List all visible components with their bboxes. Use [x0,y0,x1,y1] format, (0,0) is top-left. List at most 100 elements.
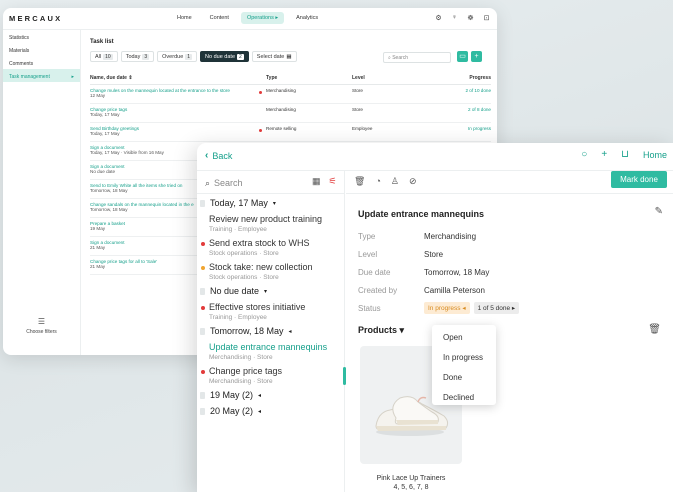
user-icon[interactable]: ♀ [450,14,459,22]
task-subtitle: Stock operations · Store [209,250,279,257]
sidebar: Statistics Materials Comments Task manag… [3,30,81,355]
priority-dot [201,370,205,374]
edit-icon[interactable]: ✎ [655,206,663,217]
tab-all[interactable]: All 10 [90,51,118,62]
tab-label: Overdue [162,53,184,60]
task-title: Effective stores initiative [209,302,306,312]
group-header[interactable]: 20 May (2) ◂ [197,404,344,418]
sidebar-item-materials[interactable]: Materials [3,43,80,56]
group-label: No due date [210,286,260,296]
choose-filters-button[interactable]: ☰ Choose filters [3,317,80,335]
tab-label: Select date [256,53,285,60]
task-item[interactable]: Review new product training Training · Em… [197,213,344,234]
column-header[interactable]: Name, due date ⇕ [90,75,266,81]
sidebar-item-statistics[interactable]: Statistics [3,30,80,43]
chat-icon[interactable]: ○ [581,149,587,160]
basket-icon[interactable]: ⊔ [621,149,629,160]
task-name-cell: Change price tags Today, 17 May [90,107,266,119]
nav-analytics[interactable]: Analytics [290,12,324,24]
home-link[interactable]: Home [643,150,667,160]
overdue-dot [259,129,262,132]
add-task-button[interactable]: + [471,51,482,62]
chevron-icon: ▾ [272,200,276,207]
group-label: 20 May (2) [210,406,254,416]
task-item[interactable]: Stock take: new collection Stock operatio… [197,261,344,282]
task-type: Merchandising [266,88,296,93]
progress-badge[interactable]: 1 of 5 done ▸ [473,302,520,314]
task-title: Send extra stock to WHS [209,238,310,248]
plus-icon[interactable]: + [601,149,607,160]
table-row[interactable]: Change price tags Today, 17 May Merchandis… [90,104,491,123]
back-button[interactable]: ‹ Back [205,150,232,161]
mark-done-button[interactable]: Mark done [611,171,667,188]
task-item[interactable]: Send extra stock to WHS Stock operations … [197,237,344,258]
group-marker [200,327,205,335]
top-bar: MERCAUX Home Content Operations ▸ Analyt… [3,8,497,30]
settings-icon[interactable]: ⚙ [434,14,443,22]
priority-dot [201,266,205,270]
table-row[interactable]: Send Birthday greetings Today, 17 May Remo… [90,123,491,142]
task-subtitle: Training · Employee [209,226,267,233]
group-marker [200,391,205,399]
assign-user-icon[interactable]: ♙ [391,176,399,187]
products-section-toggle[interactable]: Products ▾ [358,325,404,336]
calendar-icon[interactable]: ▦ [312,176,321,187]
sidebar-item-comments[interactable]: Comments [3,56,80,69]
group-label: Today, 17 May [210,198,268,208]
trash-icon[interactable]: 🗑 [354,176,365,187]
task-level: Employee [352,126,373,131]
search-icon: ⌕ [205,177,211,188]
property-value: Camilla Peterson [424,285,485,295]
property-label: Type [358,231,376,241]
top-actions: ○ + ⊔ Home [581,149,667,160]
status-dropdown[interactable]: In progress ◂ [424,302,470,314]
nav-content[interactable]: Content [204,12,235,24]
trash-icon[interactable]: 🗑 [648,324,661,335]
group-header[interactable]: No due date ▾ [197,284,344,298]
sidebar-item-task-management[interactable]: Task management ▸ [3,69,80,82]
task-title: Change price tags [209,366,283,376]
tab-overdue[interactable]: Overdue 1 [157,51,198,62]
property-label: Due date [358,267,391,277]
group-header[interactable]: Today, 17 May ▾ [197,196,344,210]
tab-today[interactable]: Today 3 [120,51,155,62]
list-tools: ▦ ⚟ [312,176,337,187]
task-title: Stock take: new collection [209,262,313,272]
group-header[interactable]: Tomorrow, 18 May ◂ [197,324,344,338]
column-header: Type [266,75,278,81]
tab-count: 10 [103,53,113,60]
table-row[interactable]: Change mules on the mannequin located at… [90,85,491,104]
export-button[interactable]: ▭ [457,51,468,62]
group-header[interactable]: 19 May (2) ◂ [197,388,344,402]
comment-icon[interactable]: ◔ [375,176,380,187]
chevron-icon: ◂ [288,328,292,335]
product-name: Pink Lace Up Trainers [376,475,446,482]
property-label: Created by [358,285,398,295]
logout-icon[interactable]: ⊡ [482,14,491,22]
tab-no-due-date[interactable]: No due date 2 [200,51,249,62]
attachment-icon[interactable]: ⊘ [409,176,417,187]
status-option-done[interactable]: Done [432,368,496,388]
status-option-declined[interactable]: Declined [432,388,496,408]
sidebar-item-label: Task management [9,74,50,80]
property-due-date: Due date Tomorrow, 18 May [358,264,598,280]
nav-operations[interactable]: Operations ▸ [240,12,285,24]
task-item[interactable]: Update entrance mannequins Merchandising … [197,341,344,362]
status-option-in-progress[interactable]: In progress [432,348,496,368]
task-list: Today, 17 May ▾ Review new product trainin… [197,193,344,418]
task-item[interactable]: Effective stores initiative Training · Em… [197,301,344,322]
tab-label: All [95,53,102,60]
nav-home[interactable]: Home [171,12,198,24]
task-title: Update entrance mannequins [209,342,328,352]
tab-select-date[interactable]: Select date ▦ [251,51,297,62]
task-item[interactable]: Change price tags Merchandising · Store [197,365,344,386]
globe-icon[interactable]: ☸ [466,14,475,22]
filter-icon[interactable]: ⚟ [329,176,337,187]
task-name-cell: Send Birthday greetings Today, 17 May [90,126,266,138]
task-due-date: 12 May [90,93,106,98]
task-progress: 2 of 10 done [465,88,491,93]
status-option-open[interactable]: Open [432,328,496,348]
filter-sliders-icon: ☰ [37,317,46,326]
column-header: Level [352,75,365,81]
search-input[interactable]: ⌕ Search [383,52,451,63]
